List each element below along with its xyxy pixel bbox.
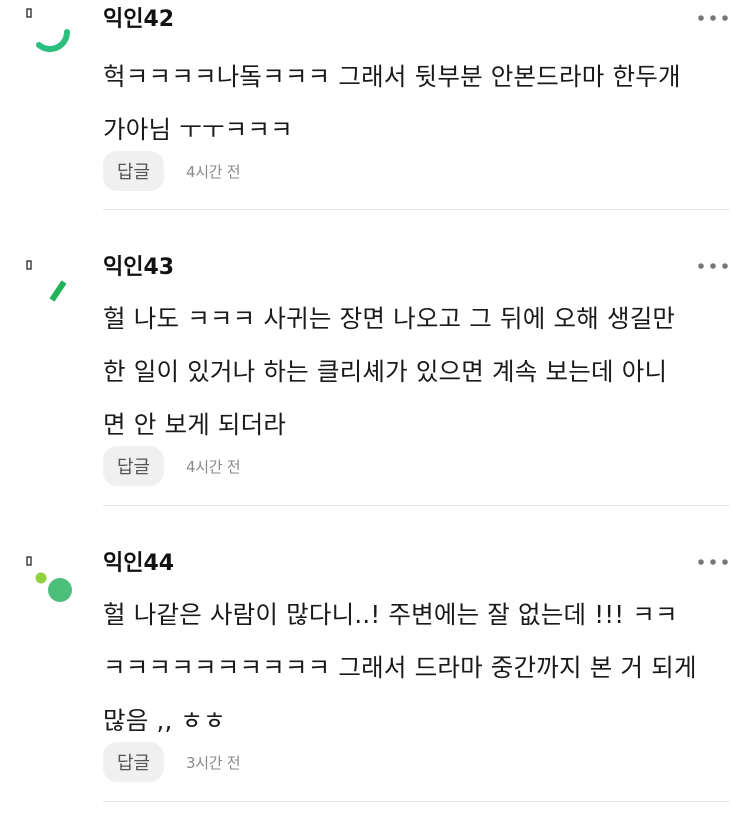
comment-body: 헐 나같은 사람이 많다니..! 주변에는 잘 없는데 !!! ㅋㅋ ㅋㅋㅋㅋㅋ…: [103, 588, 733, 747]
divider: [103, 505, 730, 506]
comment-line: 헐 나같은 사람이 많다니..! 주변에는 잘 없는데 !!! ㅋㅋ: [103, 600, 678, 629]
comment-author[interactable]: 익인44: [103, 550, 174, 578]
comment-item: 익인44 헐 나같은 사람이 많다니..! 주변에는 잘 없는데 !!! ㅋㅋ …: [0, 542, 750, 802]
more-dots-icon[interactable]: [696, 10, 730, 26]
comment-author[interactable]: 익인43: [103, 254, 174, 282]
more-dots-icon[interactable]: [696, 554, 730, 570]
comment-line: 가아님 ㅜㅜㅋㅋㅋ: [103, 115, 293, 144]
comment-timestamp: 4시간 전: [186, 457, 241, 476]
reply-button[interactable]: 답글: [103, 446, 164, 486]
comment-meta: 답글 3시간 전: [103, 742, 241, 782]
comment-line: 헉ㅋㅋㅋㅋ나돜ㅋㅋㅋ 그래서 뒷부분 안본드라마 한두개: [103, 62, 681, 91]
more-dots-icon[interactable]: [696, 258, 730, 274]
comment-line: 많음 ,, ㅎㅎ: [103, 706, 226, 735]
comment-line: ㅋㅋㅋㅋㅋㅋㅋㅋㅋㅋ 그래서 드라마 중간까지 본 거 되게: [103, 653, 697, 682]
green-slash-avatar-icon[interactable]: [22, 252, 82, 312]
comment-timestamp: 4시간 전: [186, 162, 241, 181]
comment-body: 헉ㅋㅋㅋㅋ나돜ㅋㅋㅋ 그래서 뒷부분 안본드라마 한두개 가아님 ㅜㅜㅋㅋㅋ: [103, 50, 733, 156]
comment-timestamp: 3시간 전: [186, 753, 241, 772]
comment-item: 익인43 헐 나도 ㅋㅋㅋ 사귀는 장면 나오고 그 뒤에 오해 생길만 한 일…: [0, 246, 750, 506]
divider: [103, 209, 730, 210]
comment-line: 한 일이 있거나 하는 클리셰가 있으면 계속 보는데 아니: [103, 357, 668, 386]
comment-line: 헐 나도 ㅋㅋㅋ 사귀는 장면 나오고 그 뒤에 오해 생길만: [103, 304, 676, 333]
comment-author[interactable]: 익인42: [103, 6, 174, 34]
green-dots-avatar-icon[interactable]: [22, 548, 82, 608]
green-arc-avatar-icon[interactable]: [22, 6, 82, 66]
reply-button[interactable]: 답글: [103, 742, 164, 782]
comment-meta: 답글 4시간 전: [103, 446, 241, 486]
comment-item: 익인42 헉ㅋㅋㅋㅋ나돜ㅋㅋㅋ 그래서 뒷부분 안본드라마 한두개 가아님 ㅜㅜ…: [0, 0, 750, 210]
reply-button[interactable]: 답글: [103, 151, 164, 191]
comment-meta: 답글 4시간 전: [103, 151, 241, 191]
comment-line: 면 안 보게 되더라: [103, 410, 287, 439]
divider: [103, 801, 730, 802]
comment-body: 헐 나도 ㅋㅋㅋ 사귀는 장면 나오고 그 뒤에 오해 생길만 한 일이 있거나…: [103, 292, 733, 451]
